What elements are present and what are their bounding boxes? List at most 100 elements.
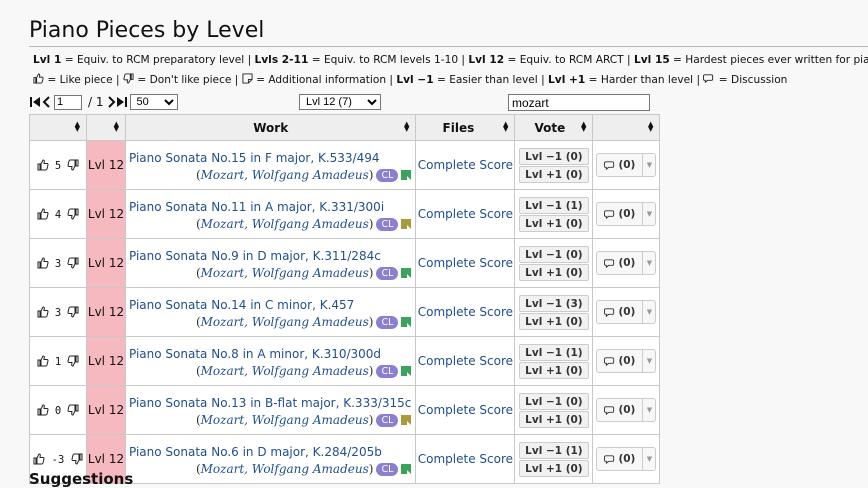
thumbs-up-icon[interactable]	[33, 452, 45, 465]
composer-link[interactable]: Mozart, Wolfgang Amadeus	[201, 217, 369, 231]
discussion-button[interactable]: (0) ▼	[596, 349, 657, 373]
work-title-link[interactable]: Piano Sonata No.8 in A minor, K.310/300d	[129, 347, 411, 361]
vote-harder-button[interactable]: Lvl +1 (0)	[518, 361, 589, 379]
composer-link[interactable]: Mozart, Wolfgang Amadeus	[201, 266, 369, 280]
legend-key: Lvl 15	[633, 54, 670, 66]
work-title-link[interactable]: Piano Sonata No.13 in B-flat major, K.33…	[129, 396, 411, 410]
thumbs-down-icon[interactable]	[71, 453, 83, 465]
work-title-link[interactable]: Piano Sonata No.9 in D major, K.311/284c	[129, 249, 411, 263]
work-title-link[interactable]: Piano Sonata No.6 in D major, K.284/205b	[129, 445, 411, 459]
chevron-down-icon[interactable]: ▼	[642, 203, 655, 225]
discussion-button[interactable]: (0) ▼	[596, 251, 657, 275]
first-page-icon[interactable]	[30, 96, 41, 108]
work-title-link[interactable]: Piano Sonata No.14 in C minor, K.457	[129, 298, 411, 312]
thumbs-down-icon[interactable]	[67, 257, 79, 269]
score-link[interactable]: Complete Score	[418, 158, 513, 172]
discussion-count: (0)	[618, 306, 636, 318]
vote-harder-button[interactable]: Lvl +1 (0)	[518, 459, 589, 477]
thumbs-down-icon[interactable]	[67, 159, 79, 171]
thumbs-up-icon[interactable]	[37, 158, 49, 171]
work-title-link[interactable]: Piano Sonata No.11 in A major, K.331/300…	[129, 200, 411, 214]
score-link[interactable]: Complete Score	[418, 403, 513, 417]
vote-easier-button[interactable]: Lvl −1 (1)	[518, 343, 589, 361]
vote-easier-button[interactable]: Lvl −1 (0)	[518, 392, 589, 410]
cl-badge[interactable]: CL	[376, 217, 399, 231]
chevron-down-icon[interactable]: ▼	[642, 301, 655, 323]
score-link[interactable]: Complete Score	[418, 207, 513, 221]
chevron-down-icon[interactable]: ▼	[642, 350, 655, 372]
discussion-count: (0)	[618, 208, 636, 220]
chevron-down-icon[interactable]: ▼	[642, 252, 655, 274]
note-icon[interactable]	[401, 365, 412, 376]
vote-easier-button[interactable]: Lvl −1 (1)	[518, 196, 589, 214]
thumbs-up-icon[interactable]	[37, 207, 49, 220]
thumbs-down-icon[interactable]	[67, 208, 79, 220]
col-likes-header[interactable]: ▲ ▼	[29, 114, 87, 141]
chevron-down-icon[interactable]: ▼	[642, 154, 655, 176]
vote-harder-button[interactable]: Lvl +1 (0)	[518, 263, 589, 281]
note-icon[interactable]	[401, 267, 412, 278]
cl-badge[interactable]: CL	[376, 266, 399, 280]
vote-easier-button[interactable]: Lvl −1 (1)	[518, 441, 589, 459]
cl-badge[interactable]: CL	[376, 364, 399, 378]
chevron-down-icon[interactable]: ▼	[642, 399, 655, 421]
work-title-link[interactable]: Piano Sonata No.15 in F major, K.533/494	[129, 151, 411, 165]
thumbs-up-icon[interactable]	[37, 403, 49, 416]
discussion-button[interactable]: (0) ▼	[596, 447, 657, 471]
thumbs-down-icon[interactable]	[67, 404, 79, 416]
page-number-input[interactable]	[54, 94, 82, 110]
cl-badge[interactable]: CL	[376, 413, 399, 427]
score-link[interactable]: Complete Score	[418, 452, 513, 466]
col-files-header[interactable]: Files ▲ ▼	[415, 114, 516, 141]
cl-badge[interactable]: CL	[376, 462, 399, 476]
sort-icon: ▲ ▼	[648, 120, 654, 133]
thumbs-down-icon[interactable]	[67, 355, 79, 367]
vote-easier-button[interactable]: Lvl −1 (3)	[518, 294, 589, 312]
thumbs-up-icon[interactable]	[37, 305, 49, 318]
thumbs-up-icon[interactable]	[37, 354, 49, 367]
vote-easier-button[interactable]: Lvl −1 (0)	[518, 245, 589, 263]
col-vote-header[interactable]: Vote ▲ ▼	[514, 114, 594, 141]
per-page-select[interactable]: 50	[129, 94, 178, 110]
composer-link[interactable]: Mozart, Wolfgang Amadeus	[201, 413, 369, 427]
last-page-icon[interactable]	[116, 96, 127, 108]
discussion-icon	[604, 454, 615, 464]
note-icon[interactable]	[401, 169, 412, 180]
composer-link[interactable]: Mozart, Wolfgang Amadeus	[201, 364, 369, 378]
vote-harder-button[interactable]: Lvl +1 (0)	[518, 165, 589, 183]
thumbs-down-icon[interactable]	[67, 306, 79, 318]
discussion-button[interactable]: (0) ▼	[596, 202, 657, 226]
cl-badge[interactable]: CL	[376, 315, 399, 329]
discussion-button[interactable]: (0) ▼	[596, 300, 657, 324]
discussion-count: (0)	[618, 159, 636, 171]
score-link[interactable]: Complete Score	[418, 305, 513, 319]
score-link[interactable]: Complete Score	[418, 256, 513, 270]
note-icon[interactable]	[401, 218, 412, 229]
vote-harder-button[interactable]: Lvl +1 (0)	[518, 312, 589, 330]
note-icon[interactable]	[401, 463, 412, 474]
prev-page-icon[interactable]	[42, 96, 51, 108]
col-work-header[interactable]: Work ▲ ▼	[124, 114, 417, 141]
vote-easier-button[interactable]: Lvl −1 (0)	[518, 147, 589, 165]
col-discussion-header[interactable]: ▲ ▼	[592, 114, 661, 141]
next-page-icon[interactable]	[107, 96, 116, 108]
col-level-header[interactable]: ▲ ▼	[86, 114, 126, 141]
likes-cell: 5	[29, 140, 87, 190]
discussion-button[interactable]: (0) ▼	[596, 398, 657, 422]
score-link[interactable]: Complete Score	[418, 354, 513, 368]
note-icon[interactable]	[401, 316, 412, 327]
legend-desc: = Equiv. to RCM ARCT	[504, 54, 624, 66]
table-row: 4 Lvl 12 Piano Sonata No.11 in A major, K…	[29, 189, 661, 239]
composer-link[interactable]: Mozart, Wolfgang Amadeus	[201, 315, 369, 329]
search-input[interactable]	[508, 94, 650, 111]
composer-link[interactable]: Mozart, Wolfgang Amadeus	[201, 168, 369, 182]
vote-harder-button[interactable]: Lvl +1 (0)	[518, 410, 589, 428]
chevron-down-icon[interactable]: ▼	[642, 448, 655, 470]
thumbs-up-icon[interactable]	[37, 256, 49, 269]
cl-badge[interactable]: CL	[376, 168, 399, 182]
composer-link[interactable]: Mozart, Wolfgang Amadeus	[201, 462, 369, 476]
note-icon[interactable]	[401, 414, 412, 425]
discussion-button[interactable]: (0) ▼	[596, 153, 657, 177]
vote-harder-button[interactable]: Lvl +1 (0)	[518, 214, 589, 232]
level-filter-select[interactable]: Lvl 12 (7)	[299, 94, 381, 110]
